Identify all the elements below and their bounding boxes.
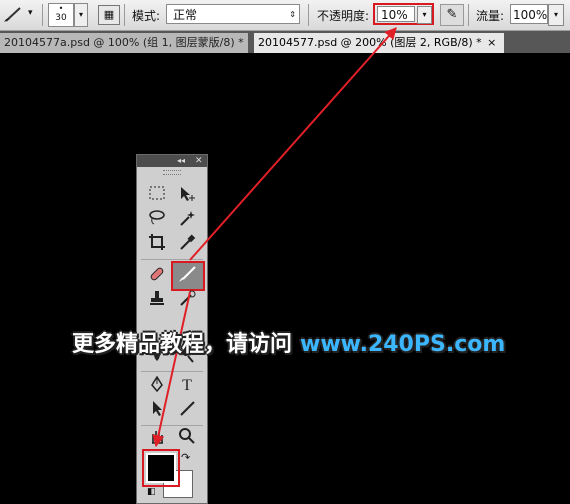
magic-wand-icon — [180, 211, 195, 226]
annotation-arrows — [152, 27, 397, 448]
pressure-opacity-button[interactable]: ✎ — [440, 4, 464, 26]
brush-preset-picker[interactable]: • 30 — [48, 3, 74, 27]
separator — [468, 4, 469, 26]
eyedropper-icon — [180, 234, 196, 250]
zoom-icon — [179, 428, 195, 444]
close-icon[interactable]: × — [487, 36, 496, 49]
flow-label: 流量: — [476, 9, 505, 23]
stamp-icon — [150, 291, 164, 305]
watermark-text: 更多精品教程，请访问 — [72, 332, 293, 357]
document-tabs: 20104577a.psd @ 100% (组 1, 图层蒙版/8) * × 2… — [0, 31, 570, 53]
close-icon[interactable]: ✕ — [195, 155, 203, 167]
flow-input[interactable]: 100% — [510, 4, 548, 24]
brush-preset-dropdown[interactable]: ▾ — [74, 3, 88, 27]
options-bar: ▾ • 30 ▾ ▦ 模式: 正常 ⇕ 不透明度: 10% ▾ ✎ 流量: 10… — [0, 0, 570, 31]
opacity-dropdown[interactable]: ▾ — [417, 6, 432, 24]
tab-label: 20104577a.psd @ 100% (组 1, 图层蒙版/8) * — [4, 36, 244, 49]
default-colors-icon[interactable]: ◧ — [147, 487, 156, 497]
pen-tool[interactable] — [145, 375, 169, 397]
arrow-to-opacity — [189, 27, 397, 261]
separator — [141, 371, 203, 372]
pen-icon — [151, 375, 163, 393]
hand-icon — [152, 431, 163, 444]
mode-select[interactable]: 正常 ⇕ — [166, 4, 300, 24]
brush-tip-icon: • — [58, 4, 64, 13]
chevron-down-icon: ▾ — [28, 8, 33, 18]
line-icon — [180, 401, 195, 416]
bandage-icon — [150, 267, 164, 281]
pen-pressure-icon: ✎ — [446, 7, 458, 22]
crop-icon — [149, 234, 165, 250]
mode-value: 正常 — [173, 8, 198, 22]
watermark-url: www.240PS.com — [300, 332, 506, 357]
crop-tool[interactable] — [145, 233, 169, 255]
path-selection-icon — [153, 401, 162, 416]
brush-icon — [179, 266, 196, 282]
foreground-color-swatch[interactable] — [146, 453, 176, 483]
marquee-tool[interactable] — [145, 185, 169, 207]
line-tool[interactable] — [175, 399, 199, 421]
separator — [141, 259, 203, 260]
tab-label: 20104577.psd @ 200% (图层 2, RGB/8) * — [258, 36, 482, 49]
history-brush-icon — [180, 290, 196, 306]
path-selection-tool[interactable] — [145, 399, 169, 421]
separator — [124, 4, 125, 26]
collapse-icon[interactable]: ◂◂ — [177, 155, 185, 167]
separator — [308, 4, 309, 26]
brush-icon — [4, 7, 21, 22]
brush-tool[interactable] — [171, 261, 205, 291]
separator — [141, 425, 203, 426]
brush-panel-toggle-button[interactable]: ▦ — [98, 5, 120, 25]
brush-panel-icon: ▦ — [103, 8, 115, 21]
brush-size-value: 30 — [55, 13, 67, 23]
tools-panel-titlebar[interactable]: ◂◂ ✕ — [137, 155, 207, 167]
lasso-tool[interactable] — [145, 209, 169, 231]
type-tool[interactable]: T — [175, 375, 199, 397]
opacity-input[interactable]: 10% — [377, 6, 415, 22]
magic-wand-tool[interactable] — [175, 209, 199, 231]
panel-grip[interactable] — [163, 170, 181, 175]
separator — [42, 4, 43, 26]
select-arrows-icon: ⇕ — [289, 10, 296, 19]
hand-tool[interactable] — [145, 427, 169, 449]
marquee-icon — [149, 186, 165, 200]
clone-stamp-tool[interactable] — [145, 289, 169, 311]
history-brush-tool[interactable] — [175, 289, 199, 311]
eyedropper-tool[interactable] — [175, 233, 199, 255]
tool-preset-picker[interactable]: ▾ — [2, 4, 38, 24]
opacity-highlight-box: 10% ▾ — [373, 3, 434, 25]
swap-colors-icon[interactable]: ↷ — [181, 451, 190, 464]
watermark-banner: 更多精品教程，请访问 www.240PS.com — [72, 326, 505, 358]
move-icon — [181, 187, 195, 201]
tab-document-1[interactable]: 20104577a.psd @ 100% (组 1, 图层蒙版/8) * × — [0, 33, 248, 53]
opacity-label: 不透明度: — [317, 9, 370, 23]
tab-document-2[interactable]: 20104577.psd @ 200% (图层 2, RGB/8) * × — [254, 33, 504, 53]
healing-brush-tool[interactable] — [145, 265, 169, 287]
flow-dropdown[interactable]: ▾ — [548, 4, 564, 26]
mode-label: 模式: — [132, 9, 161, 23]
move-tool[interactable] — [175, 185, 199, 207]
zoom-tool[interactable] — [175, 427, 199, 449]
lasso-icon — [149, 210, 165, 225]
